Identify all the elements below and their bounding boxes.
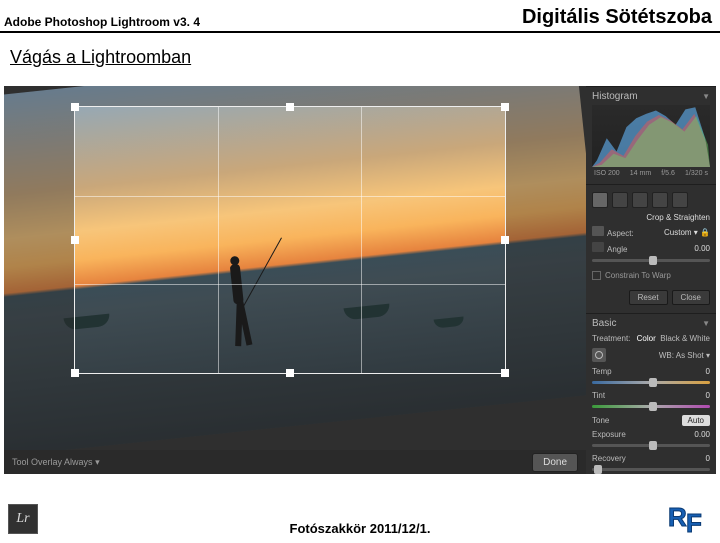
svg-text:R: R: [668, 502, 687, 532]
basic-title: Basic: [592, 318, 616, 329]
brush-tool-icon[interactable]: [672, 192, 688, 208]
wb-value[interactable]: As Shot: [676, 351, 704, 360]
temp-label: Temp: [592, 367, 612, 376]
aperture-value: f/5.6: [661, 170, 675, 177]
crop-reset-button[interactable]: Reset: [629, 290, 668, 305]
histogram-info: ISO 200 14 mm f/5.6 1/320 s: [592, 169, 710, 180]
slide-header: Adobe Photoshop Lightroom v3. 4 Digitáli…: [0, 0, 720, 33]
tool-overlay-label: Tool Overlay: [12, 457, 62, 467]
footer-text: Fotószakkör 2011/12/1.: [290, 521, 431, 536]
app-label: Adobe Photoshop Lightroom v3. 4: [4, 15, 200, 29]
temp-slider[interactable]: [592, 381, 710, 384]
tool-overlay-value: Always: [64, 457, 93, 467]
aspect-value[interactable]: Custom: [664, 228, 692, 237]
crop-handle[interactable]: [71, 103, 79, 111]
wb-dropper-icon[interactable]: [592, 348, 606, 362]
svg-text:F: F: [686, 508, 702, 538]
histogram-panel: Histogram ▼ ISO 200 14 mm f/5.6 1/320 s: [586, 86, 716, 184]
iso-value: ISO 200: [594, 170, 620, 177]
photo-canvas[interactable]: [4, 86, 586, 450]
treatment-color[interactable]: Color: [637, 334, 656, 343]
crop-handle[interactable]: [501, 369, 509, 377]
recovery-label: Recovery: [592, 454, 626, 463]
chevron-down-icon[interactable]: ▼: [702, 92, 710, 101]
aspect-label: Aspect:: [607, 229, 634, 238]
treatment-bw[interactable]: Black & White: [660, 334, 710, 343]
slide-footer: Fotószakkör 2011/12/1.: [0, 521, 720, 536]
redeye-tool-icon[interactable]: [632, 192, 648, 208]
crop-handle[interactable]: [71, 236, 79, 244]
recovery-value: 0: [706, 454, 710, 463]
recovery-slider[interactable]: [592, 468, 710, 471]
develop-main-area[interactable]: Tool Overlay Always ▾ Done: [4, 86, 586, 474]
tone-label: Tone: [592, 416, 609, 425]
spot-tool-icon[interactable]: [612, 192, 628, 208]
shutter-value: 1/320 s: [685, 170, 708, 177]
tint-value: 0: [706, 391, 710, 400]
brand-label: Digitális Sötétszoba: [522, 6, 712, 29]
crop-handle[interactable]: [286, 369, 294, 377]
crop-tool-icon[interactable]: [592, 192, 608, 208]
temp-value: 0: [706, 367, 710, 376]
basic-panel: Basic ▼ Treatment: Color Black & White WB…: [586, 313, 716, 474]
focal-value: 14 mm: [630, 170, 651, 177]
slide-title: Vágás a Lightroomban: [0, 33, 720, 78]
rf-logo-icon: R F: [664, 498, 712, 538]
crop-overlay[interactable]: [74, 106, 506, 374]
histogram-graph[interactable]: [592, 105, 710, 167]
lightroom-screenshot: Tool Overlay Always ▾ Done Histogram ▼ IS…: [4, 86, 716, 474]
aspect-icon: [592, 226, 604, 236]
angle-value: 0.00: [694, 244, 710, 253]
angle-label: Angle: [607, 245, 627, 254]
tool-overlay-control[interactable]: Tool Overlay Always ▾: [12, 457, 100, 468]
tint-slider[interactable]: [592, 405, 710, 408]
histogram-title: Histogram: [592, 91, 638, 102]
treatment-label: Treatment:: [592, 334, 630, 343]
exposure-value: 0.00: [694, 430, 710, 439]
constrain-label: Constrain To Warp: [605, 271, 671, 280]
crop-handle[interactable]: [501, 236, 509, 244]
exposure-slider[interactable]: [592, 444, 710, 447]
angle-slider[interactable]: [592, 259, 710, 262]
crop-handle[interactable]: [286, 103, 294, 111]
crop-panel-title: Crop & Straighten: [646, 213, 710, 222]
crop-handle[interactable]: [71, 369, 79, 377]
done-button[interactable]: Done: [532, 453, 578, 472]
chevron-down-icon[interactable]: ▼: [702, 319, 710, 328]
gradient-tool-icon[interactable]: [652, 192, 668, 208]
chevron-down-icon: ▾: [95, 457, 100, 467]
develop-toolbar: Tool Overlay Always ▾ Done: [4, 450, 586, 474]
exposure-label: Exposure: [592, 430, 626, 439]
tint-label: Tint: [592, 391, 605, 400]
constrain-checkbox[interactable]: Constrain To Warp: [592, 267, 710, 286]
right-panel: Histogram ▼ ISO 200 14 mm f/5.6 1/320 s: [586, 86, 716, 474]
auto-tone-button[interactable]: Auto: [682, 415, 710, 426]
crop-handle[interactable]: [501, 103, 509, 111]
tool-strip: Crop & Straighten Aspect: Custom ▾ 🔒 Ang…: [586, 184, 716, 313]
angle-icon: [592, 242, 604, 252]
crop-close-button[interactable]: Close: [672, 290, 710, 305]
wb-label: WB:: [659, 351, 674, 360]
